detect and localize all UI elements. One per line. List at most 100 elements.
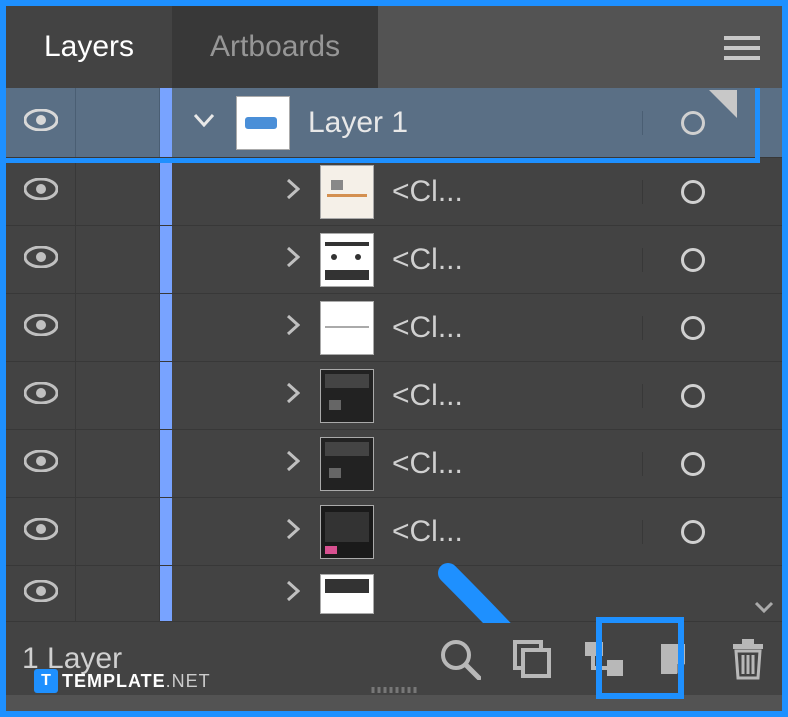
layer-color-bar: [160, 362, 172, 429]
eye-icon: [24, 580, 58, 607]
expand-toggle[interactable]: [172, 518, 320, 545]
visibility-toggle[interactable]: [6, 362, 76, 429]
tab-layers[interactable]: Layers: [6, 6, 172, 88]
expand-toggle[interactable]: [172, 113, 236, 132]
tab-artboards[interactable]: Artboards: [172, 6, 378, 88]
new-sublayer-button[interactable]: [580, 635, 628, 683]
layers-list: Layer 1 <Cl...: [6, 88, 782, 623]
chevron-right-icon: [286, 246, 300, 273]
lock-column[interactable]: [76, 88, 160, 157]
visibility-toggle[interactable]: [6, 430, 76, 497]
sublayer-row[interactable]: <Cl...: [6, 498, 782, 566]
layer-color-bar: [160, 430, 172, 497]
eye-icon: [24, 178, 58, 205]
sublayer-row[interactable]: <Cl...: [6, 294, 782, 362]
lock-column[interactable]: [76, 566, 160, 621]
tab-bar: Layers Artboards: [6, 6, 782, 88]
layer-row-main[interactable]: Layer 1: [6, 88, 782, 158]
layer-thumbnail[interactable]: [320, 505, 374, 559]
search-button[interactable]: [436, 635, 484, 683]
locate-object-button[interactable]: [508, 635, 556, 683]
layer-color-bar: [160, 566, 172, 621]
layer-thumbnail[interactable]: [320, 165, 374, 219]
trash-icon: [731, 638, 765, 680]
scroll-down-button[interactable]: [754, 601, 774, 613]
chevron-right-icon: [286, 178, 300, 205]
watermark-logo-icon: T: [34, 669, 58, 693]
expand-toggle[interactable]: [172, 580, 320, 607]
target-icon: [681, 520, 705, 544]
sublayer-row[interactable]: [6, 566, 782, 622]
layer-name-label[interactable]: <Cl...: [388, 311, 642, 345]
target-button[interactable]: [642, 248, 742, 272]
layer-thumbnail[interactable]: [236, 96, 290, 150]
lock-column[interactable]: [76, 362, 160, 429]
lock-column[interactable]: [76, 430, 160, 497]
visibility-toggle[interactable]: [6, 294, 76, 361]
eye-icon: [24, 518, 58, 545]
new-layer-icon: [657, 640, 695, 678]
layer-color-bar: [160, 88, 172, 157]
layer-thumbnail[interactable]: [320, 301, 374, 355]
target-button[interactable]: [642, 316, 742, 340]
layer-name-label[interactable]: <Cl...: [388, 515, 642, 549]
expand-toggle[interactable]: [172, 178, 320, 205]
search-icon: [439, 638, 481, 680]
locate-icon: [513, 640, 551, 678]
target-button[interactable]: [642, 452, 742, 476]
visibility-toggle[interactable]: [6, 566, 76, 621]
eye-icon: [24, 450, 58, 477]
new-layer-button[interactable]: [652, 635, 700, 683]
layer-color-bar: [160, 226, 172, 293]
layer-color-bar: [160, 498, 172, 565]
panel-menu-button[interactable]: [724, 34, 760, 67]
panel-container: Layers Artboards: [0, 0, 788, 717]
eye-icon: [24, 109, 58, 136]
layer-thumbnail[interactable]: [320, 574, 374, 614]
target-icon: [681, 384, 705, 408]
layer-color-bar: [160, 158, 172, 225]
menu-icon: [724, 34, 760, 62]
target-button[interactable]: [642, 520, 742, 544]
target-icon: [681, 316, 705, 340]
expand-toggle[interactable]: [172, 450, 320, 477]
lock-column[interactable]: [76, 226, 160, 293]
visibility-toggle[interactable]: [6, 498, 76, 565]
layer-name-label[interactable]: <Cl...: [388, 175, 642, 209]
expand-toggle[interactable]: [172, 314, 320, 341]
eye-icon: [24, 314, 58, 341]
resize-grip-icon[interactable]: [372, 687, 417, 693]
visibility-toggle[interactable]: [6, 158, 76, 225]
visibility-toggle[interactable]: [6, 88, 76, 157]
chevron-right-icon: [286, 518, 300, 545]
layer-name-label[interactable]: <Cl...: [388, 447, 642, 481]
target-button[interactable]: [642, 384, 742, 408]
layer-name-label[interactable]: <Cl...: [388, 379, 642, 413]
eye-icon: [24, 382, 58, 409]
sublayer-row[interactable]: <Cl...: [6, 430, 782, 498]
layer-name-label[interactable]: Layer 1: [304, 106, 642, 140]
chevron-right-icon: [286, 580, 300, 607]
eye-icon: [24, 246, 58, 273]
layer-name-label[interactable]: <Cl...: [388, 243, 642, 277]
expand-toggle[interactable]: [172, 246, 320, 273]
delete-button[interactable]: [724, 635, 772, 683]
lock-column[interactable]: [76, 294, 160, 361]
lock-column[interactable]: [76, 498, 160, 565]
visibility-toggle[interactable]: [6, 226, 76, 293]
lock-column[interactable]: [76, 158, 160, 225]
layer-color-bar: [160, 294, 172, 361]
target-icon: [681, 111, 705, 135]
sublayer-row[interactable]: <Cl...: [6, 158, 782, 226]
chevron-down-icon: [193, 113, 215, 132]
layer-thumbnail[interactable]: [320, 233, 374, 287]
target-icon: [681, 452, 705, 476]
target-button[interactable]: [642, 180, 742, 204]
layer-thumbnail[interactable]: [320, 369, 374, 423]
expand-toggle[interactable]: [172, 382, 320, 409]
chevron-right-icon: [286, 450, 300, 477]
sublayer-row[interactable]: <Cl...: [6, 362, 782, 430]
layer-thumbnail[interactable]: [320, 437, 374, 491]
watermark: T TEMPLATE.NET: [34, 669, 211, 693]
sublayer-row[interactable]: <Cl...: [6, 226, 782, 294]
